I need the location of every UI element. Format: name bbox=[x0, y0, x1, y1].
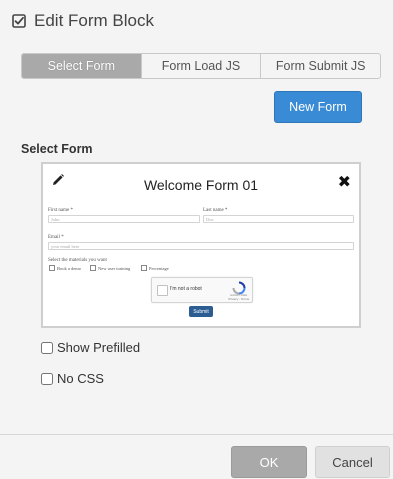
checkbox-icon bbox=[141, 265, 147, 271]
new-form-button[interactable]: New Form bbox=[274, 91, 362, 123]
material-option: Book a demo bbox=[49, 265, 81, 271]
checkbox-icon bbox=[49, 265, 55, 271]
no-css-option[interactable]: No CSS bbox=[41, 371, 104, 386]
recaptcha-checkbox bbox=[157, 285, 168, 296]
preview-submit-button: Submit bbox=[189, 306, 213, 317]
material-option-label: New user training bbox=[98, 265, 131, 271]
tab-bar: Select Form Form Load JS Form Submit JS bbox=[21, 53, 381, 79]
first-name-field: John bbox=[48, 215, 200, 223]
last-name-label: Last name * bbox=[203, 208, 228, 213]
form-preview[interactable]: ✖ Welcome Form 01 First name * John Last… bbox=[41, 162, 361, 328]
material-option-label: Percentage bbox=[149, 265, 169, 271]
preview-form-title: Welcome Form 01 bbox=[143, 177, 259, 193]
show-prefilled-option[interactable]: Show Prefilled bbox=[41, 340, 140, 355]
no-css-checkbox[interactable] bbox=[41, 372, 53, 385]
show-prefilled-checkbox[interactable] bbox=[41, 341, 53, 354]
material-option: Percentage bbox=[141, 265, 169, 271]
materials-label: Select the materials you want bbox=[48, 258, 107, 263]
edit-form-block-dialog: Edit Form Block Select Form Form Load JS… bbox=[0, 0, 394, 479]
tab-select-form[interactable]: Select Form bbox=[22, 54, 141, 78]
dialog-title: Edit Form Block bbox=[34, 11, 154, 30]
recaptcha-terms: reCAPTCHA Privacy - Terms bbox=[228, 293, 249, 301]
email-placeholder: your email here bbox=[51, 244, 80, 249]
recaptcha-label: I'm not a robot bbox=[170, 286, 202, 292]
first-name-placeholder: John bbox=[51, 217, 60, 222]
ok-button[interactable]: OK bbox=[231, 446, 307, 478]
tab-form-load-js[interactable]: Form Load JS bbox=[140, 54, 261, 78]
first-name-label: First name * bbox=[48, 208, 73, 213]
material-option: New user training bbox=[90, 265, 130, 271]
email-label: Email * bbox=[48, 235, 64, 240]
no-css-label: No CSS bbox=[57, 371, 104, 386]
last-name-placeholder: Doe bbox=[206, 217, 214, 222]
recaptcha-widget: I'm not a robot reCAPTCHA Privacy - Term… bbox=[151, 277, 253, 303]
show-prefilled-label: Show Prefilled bbox=[57, 340, 141, 355]
select-form-heading: Select Form bbox=[21, 142, 93, 156]
cancel-button[interactable]: Cancel bbox=[315, 446, 390, 478]
material-option-label: Book a demo bbox=[57, 265, 81, 271]
last-name-field: Doe bbox=[203, 215, 354, 223]
dialog-header: Edit Form Block bbox=[12, 10, 154, 32]
tab-form-submit-js[interactable]: Form Submit JS bbox=[260, 54, 380, 78]
checkbox-checked-icon bbox=[12, 14, 26, 28]
checkbox-icon bbox=[90, 265, 96, 271]
email-field: your email here bbox=[48, 242, 354, 250]
dialog-footer: OK Cancel bbox=[0, 434, 393, 479]
